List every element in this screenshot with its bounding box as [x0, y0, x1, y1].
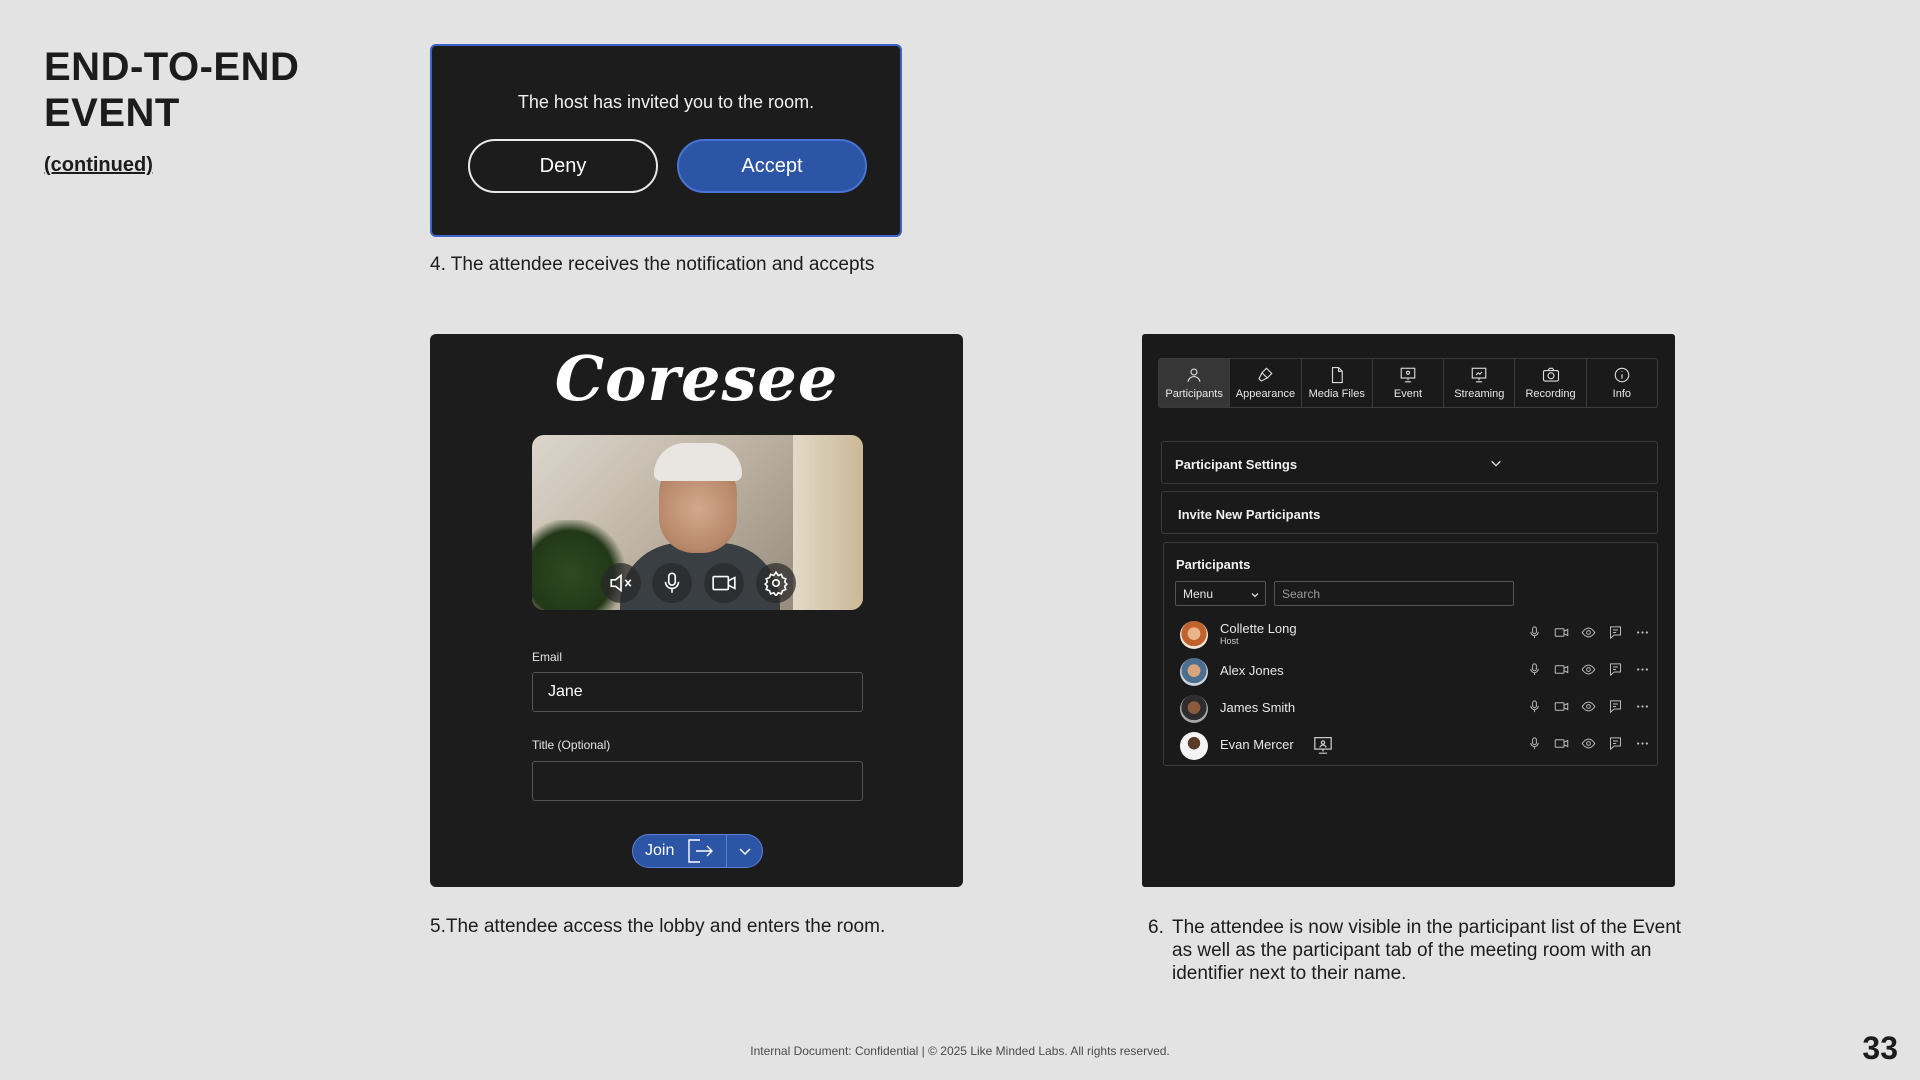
more-options-icon[interactable] [1635, 699, 1650, 714]
participants-title: Participants [1176, 557, 1251, 572]
eye-icon[interactable] [1581, 736, 1596, 751]
presenter-screen-icon [1314, 737, 1332, 754]
email-label: Email [532, 650, 563, 664]
participant-name: Evan Mercer [1220, 737, 1294, 752]
more-options-icon[interactable] [1635, 736, 1650, 751]
panel-tabs: Participants Appearance Media Files Even… [1158, 358, 1658, 408]
tab-streaming[interactable]: Streaming [1444, 359, 1516, 407]
video-camera-icon[interactable] [1554, 736, 1569, 751]
tab-label: Recording [1525, 388, 1576, 400]
camera-icon [1542, 367, 1559, 382]
microphone-icon[interactable] [1527, 625, 1542, 640]
video-camera-icon[interactable] [1554, 625, 1569, 640]
tab-label: Appearance [1235, 388, 1296, 400]
participant-settings-section[interactable]: Participant Settings [1161, 441, 1658, 484]
chat-icon[interactable] [1608, 625, 1623, 640]
tab-label: Event [1393, 388, 1423, 400]
microphone-icon[interactable] [1527, 662, 1542, 677]
invite-dialog: The host has invited you to the room. De… [430, 44, 902, 237]
tab-event[interactable]: Event [1373, 359, 1445, 407]
microphone-icon[interactable] [1527, 699, 1542, 714]
chat-icon[interactable] [1608, 736, 1623, 751]
join-options-dropdown[interactable] [727, 835, 762, 867]
more-options-icon[interactable] [1635, 625, 1650, 640]
page-number: 33 [1862, 1030, 1898, 1066]
person-icon [1187, 368, 1201, 382]
participant-name: James Smith [1220, 700, 1296, 715]
join-label: Join [645, 842, 675, 859]
participant-row[interactable]: Collette Long Host [1180, 619, 1650, 649]
settings-gear-icon[interactable] [756, 563, 796, 603]
lobby-screen: Coresee Email Title (Optional) Join [430, 334, 963, 887]
eye-icon[interactable] [1581, 699, 1596, 714]
video-camera-icon[interactable] [1554, 662, 1569, 677]
microphone-icon[interactable] [652, 563, 692, 603]
avatar [1180, 695, 1208, 723]
step5-caption: 5.The attendee access the lobby and ente… [430, 916, 886, 937]
participant-row[interactable]: James Smith [1180, 693, 1650, 723]
slide-subtitle: (continued) [44, 154, 153, 176]
enter-icon [688, 839, 714, 863]
tab-info[interactable]: Info [1587, 359, 1657, 407]
info-icon [1614, 367, 1630, 383]
microphone-icon[interactable] [1527, 736, 1542, 751]
eye-icon[interactable] [1581, 625, 1596, 640]
chevron-down-icon [738, 848, 751, 856]
tab-label: Media Files [1308, 388, 1365, 400]
more-options-icon[interactable] [1635, 662, 1650, 677]
participants-list: Participants Menu Collette Long Host Ale… [1163, 542, 1658, 766]
paint-brush-icon [1258, 367, 1273, 382]
chat-icon[interactable] [1608, 699, 1623, 714]
tab-media-files[interactable]: Media Files [1302, 359, 1373, 407]
presentation-icon [1400, 367, 1416, 383]
coresee-logo: Coresee [554, 342, 839, 415]
step4-caption: 4. The attendee receives the notificatio… [430, 254, 875, 275]
participant-name: Collette Long [1220, 621, 1297, 636]
video-camera-icon[interactable] [704, 563, 744, 603]
avatar [1180, 621, 1208, 649]
menu-select[interactable]: Menu [1175, 581, 1266, 606]
tab-label: Participants [1165, 388, 1223, 400]
participants-panel: Participants Appearance Media Files Even… [1142, 334, 1675, 887]
eye-icon[interactable] [1581, 662, 1596, 677]
invite-new-participants-label: Invite New Participants [1178, 507, 1321, 522]
chevron-down-icon [1251, 593, 1259, 598]
tab-appearance[interactable]: Appearance [1230, 359, 1302, 407]
avatar [1180, 732, 1208, 760]
avatar [1180, 658, 1208, 686]
slide-title: END-TO-END EVENT [44, 45, 300, 135]
search-input[interactable] [1274, 581, 1514, 606]
email-field[interactable] [532, 672, 863, 712]
accept-button[interactable]: Accept [677, 139, 867, 193]
participant-role: Host [1220, 636, 1239, 646]
video-preview [532, 435, 863, 610]
title-label: Title (Optional) [532, 738, 611, 752]
menu-select-label: Menu [1183, 587, 1214, 601]
participant-settings-label: Participant Settings [1175, 457, 1298, 472]
participant-row[interactable]: Alex Jones [1180, 656, 1650, 686]
join-button-group: Join [632, 834, 763, 868]
title-field[interactable] [532, 761, 863, 801]
step6-caption-text: The attendee is now visible in the parti… [1172, 917, 1682, 984]
streaming-icon [1471, 367, 1487, 383]
participant-row[interactable]: Evan Mercer [1180, 730, 1650, 760]
participant-name: Alex Jones [1220, 663, 1284, 678]
chat-icon[interactable] [1608, 662, 1623, 677]
invite-message: The host has invited you to the room. [517, 92, 815, 112]
file-icon [1331, 366, 1343, 384]
tab-label: Streaming [1454, 388, 1505, 400]
tab-label: Info [1612, 388, 1631, 400]
speaker-mute-icon[interactable] [601, 563, 641, 603]
footer-text: Internal Document: Confidential | © 2025… [750, 1044, 1170, 1058]
join-button[interactable]: Join [633, 835, 727, 867]
step6-caption-number: 6. [1148, 917, 1164, 938]
deny-button[interactable]: Deny [468, 139, 658, 193]
invite-new-participants-section[interactable]: Invite New Participants [1161, 491, 1658, 534]
tab-participants[interactable]: Participants [1159, 359, 1231, 407]
video-camera-icon[interactable] [1554, 699, 1569, 714]
chevron-down-icon [1491, 460, 1501, 467]
tab-recording[interactable]: Recording [1515, 359, 1587, 407]
